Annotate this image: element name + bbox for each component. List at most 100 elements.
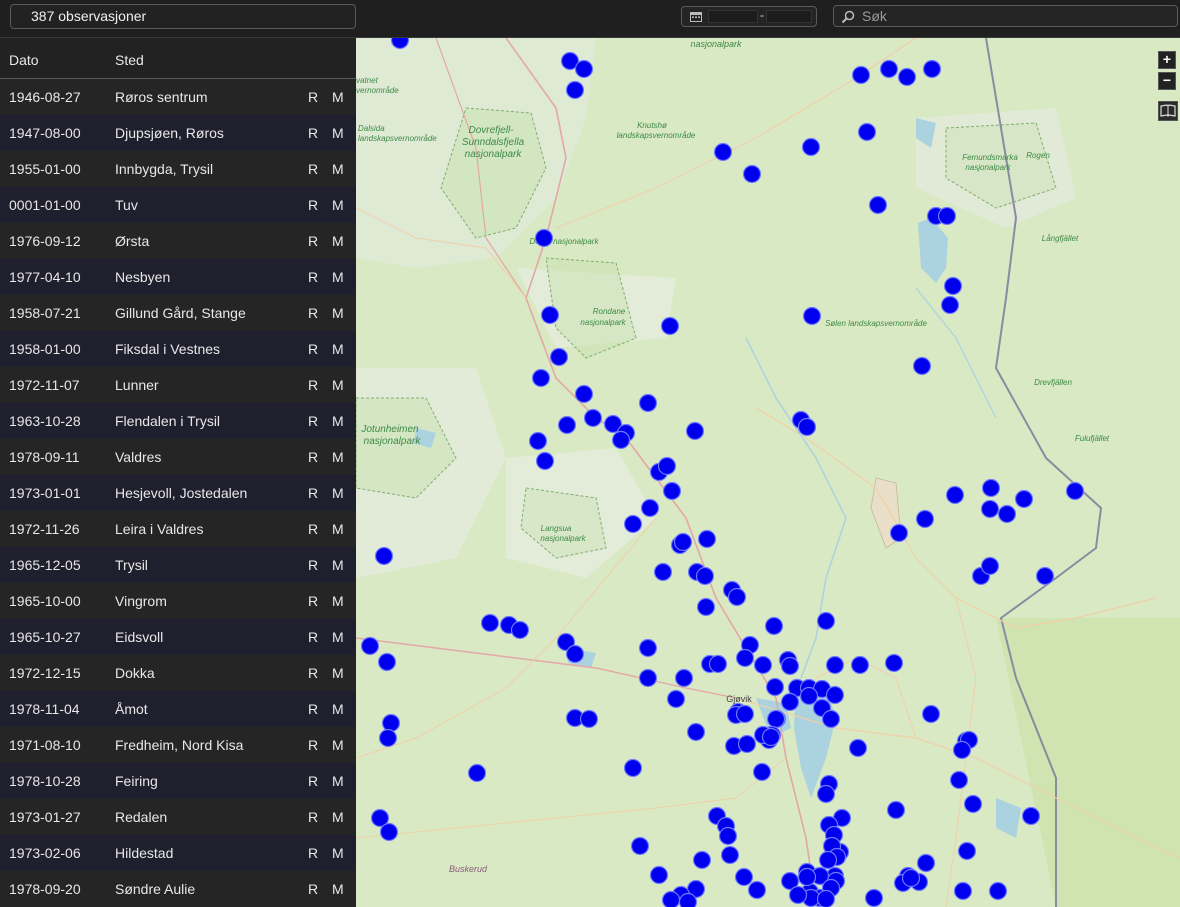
row-r-button[interactable]: R (308, 763, 318, 799)
table-row[interactable]: 1978-10-28 Feiring R M (0, 763, 356, 799)
observation-marker[interactable] (540, 305, 560, 325)
observation-marker[interactable] (816, 784, 836, 804)
row-r-button[interactable]: R (308, 691, 318, 727)
zoom-out-button[interactable]: − (1158, 72, 1176, 90)
table-row[interactable]: 1973-01-01 Hesjevoll, Jostedalen R M (0, 475, 356, 511)
observation-marker[interactable] (797, 417, 817, 437)
observation-marker[interactable] (988, 881, 1008, 901)
observation-marker[interactable] (735, 704, 755, 724)
observation-marker[interactable] (922, 59, 942, 79)
observation-marker[interactable] (850, 655, 870, 675)
observation-marker[interactable] (761, 727, 781, 747)
search-input[interactable] (862, 7, 1162, 25)
table-row[interactable]: 1946-08-27 Røros sentrum R M (0, 79, 356, 115)
row-m-button[interactable]: M (332, 871, 344, 907)
observation-marker[interactable] (864, 888, 884, 907)
observation-marker[interactable] (611, 430, 631, 450)
observation-marker[interactable] (997, 504, 1017, 524)
row-r-button[interactable]: R (308, 835, 318, 871)
observation-marker[interactable] (780, 692, 800, 712)
table-row[interactable]: 1977-04-10 Nesbyen R M (0, 259, 356, 295)
observation-marker[interactable] (662, 481, 682, 501)
observation-marker[interactable] (377, 652, 397, 672)
table-row[interactable]: 1947-08-00 Djupsjøen, Røros R M (0, 115, 356, 151)
row-m-button[interactable]: M (332, 79, 344, 115)
observation-marker[interactable] (660, 316, 680, 336)
row-m-button[interactable]: M (332, 835, 344, 871)
observation-marker[interactable] (818, 850, 838, 870)
table-row[interactable]: 1978-11-04 Åmot R M (0, 691, 356, 727)
observation-marker[interactable] (467, 763, 487, 783)
row-m-button[interactable]: M (332, 151, 344, 187)
observation-marker[interactable] (695, 566, 715, 586)
observation-marker[interactable] (1035, 566, 1055, 586)
observation-marker[interactable] (943, 276, 963, 296)
table-row[interactable]: 1972-12-15 Dokka R M (0, 655, 356, 691)
column-header-place[interactable]: Sted (115, 52, 144, 68)
observation-marker[interactable] (727, 587, 747, 607)
table-row[interactable]: 1965-12-05 Trysil R M (0, 547, 356, 583)
row-r-button[interactable]: R (308, 115, 318, 151)
observation-marker[interactable] (480, 613, 500, 633)
observation-marker[interactable] (661, 890, 681, 907)
observation-marker[interactable] (685, 421, 705, 441)
table-row[interactable]: 0001-01-00 Tuv R M (0, 187, 356, 223)
observation-marker[interactable] (735, 648, 755, 668)
observation-marker[interactable] (949, 770, 969, 790)
row-r-button[interactable]: R (308, 439, 318, 475)
date-to-input[interactable] (766, 10, 812, 23)
observation-marker[interactable] (848, 738, 868, 758)
observation-marker[interactable] (868, 195, 888, 215)
observation-marker[interactable] (638, 668, 658, 688)
table-row[interactable]: 1978-09-11 Valdres R M (0, 439, 356, 475)
observation-marker[interactable] (816, 611, 836, 631)
observation-marker[interactable] (742, 164, 762, 184)
row-r-button[interactable]: R (308, 79, 318, 115)
row-m-button[interactable]: M (332, 547, 344, 583)
row-m-button[interactable]: M (332, 727, 344, 763)
row-m-button[interactable]: M (332, 403, 344, 439)
observation-marker[interactable] (360, 636, 380, 656)
table-row[interactable]: 1965-10-00 Vingrom R M (0, 583, 356, 619)
observation-marker[interactable] (980, 556, 1000, 576)
observation-marker[interactable] (752, 762, 772, 782)
observation-marker[interactable] (583, 408, 603, 428)
observation-marker[interactable] (565, 80, 585, 100)
observation-marker[interactable] (697, 529, 717, 549)
row-r-button[interactable]: R (308, 295, 318, 331)
observation-marker[interactable] (901, 868, 921, 888)
observation-marker[interactable] (851, 65, 871, 85)
observation-marker[interactable] (734, 867, 754, 887)
observation-marker[interactable] (673, 532, 693, 552)
observation-marker[interactable] (678, 892, 698, 907)
observation-marker[interactable] (940, 295, 960, 315)
observation-marker[interactable] (821, 709, 841, 729)
observation-marker[interactable] (764, 616, 784, 636)
observation-marker[interactable] (692, 850, 712, 870)
row-m-button[interactable]: M (332, 511, 344, 547)
row-r-button[interactable]: R (308, 475, 318, 511)
row-r-button[interactable]: R (308, 799, 318, 835)
observation-marker[interactable] (535, 451, 555, 471)
row-r-button[interactable]: R (308, 619, 318, 655)
observation-marker[interactable] (708, 654, 728, 674)
observation-marker[interactable] (825, 685, 845, 705)
table-row[interactable]: 1976-09-12 Ørsta R M (0, 223, 356, 259)
zoom-in-button[interactable]: + (1158, 51, 1176, 69)
row-m-button[interactable]: M (332, 799, 344, 835)
observation-marker[interactable] (753, 655, 773, 675)
observation-marker[interactable] (565, 644, 585, 664)
observation-marker[interactable] (953, 881, 973, 901)
row-m-button[interactable]: M (332, 367, 344, 403)
map[interactable]: nasjonalpark vatnet vernområde Dovrefjel… (356, 38, 1180, 907)
observation-marker[interactable] (921, 704, 941, 724)
table-row[interactable]: 1973-02-06 Hildestad R M (0, 835, 356, 871)
observation-marker[interactable] (737, 734, 757, 754)
observation-marker[interactable] (640, 498, 660, 518)
observation-marker[interactable] (574, 384, 594, 404)
row-m-button[interactable]: M (332, 187, 344, 223)
observation-marker[interactable] (797, 867, 817, 887)
observation-marker[interactable] (1065, 481, 1085, 501)
row-m-button[interactable]: M (332, 583, 344, 619)
table-row[interactable]: 1972-11-07 Lunner R M (0, 367, 356, 403)
